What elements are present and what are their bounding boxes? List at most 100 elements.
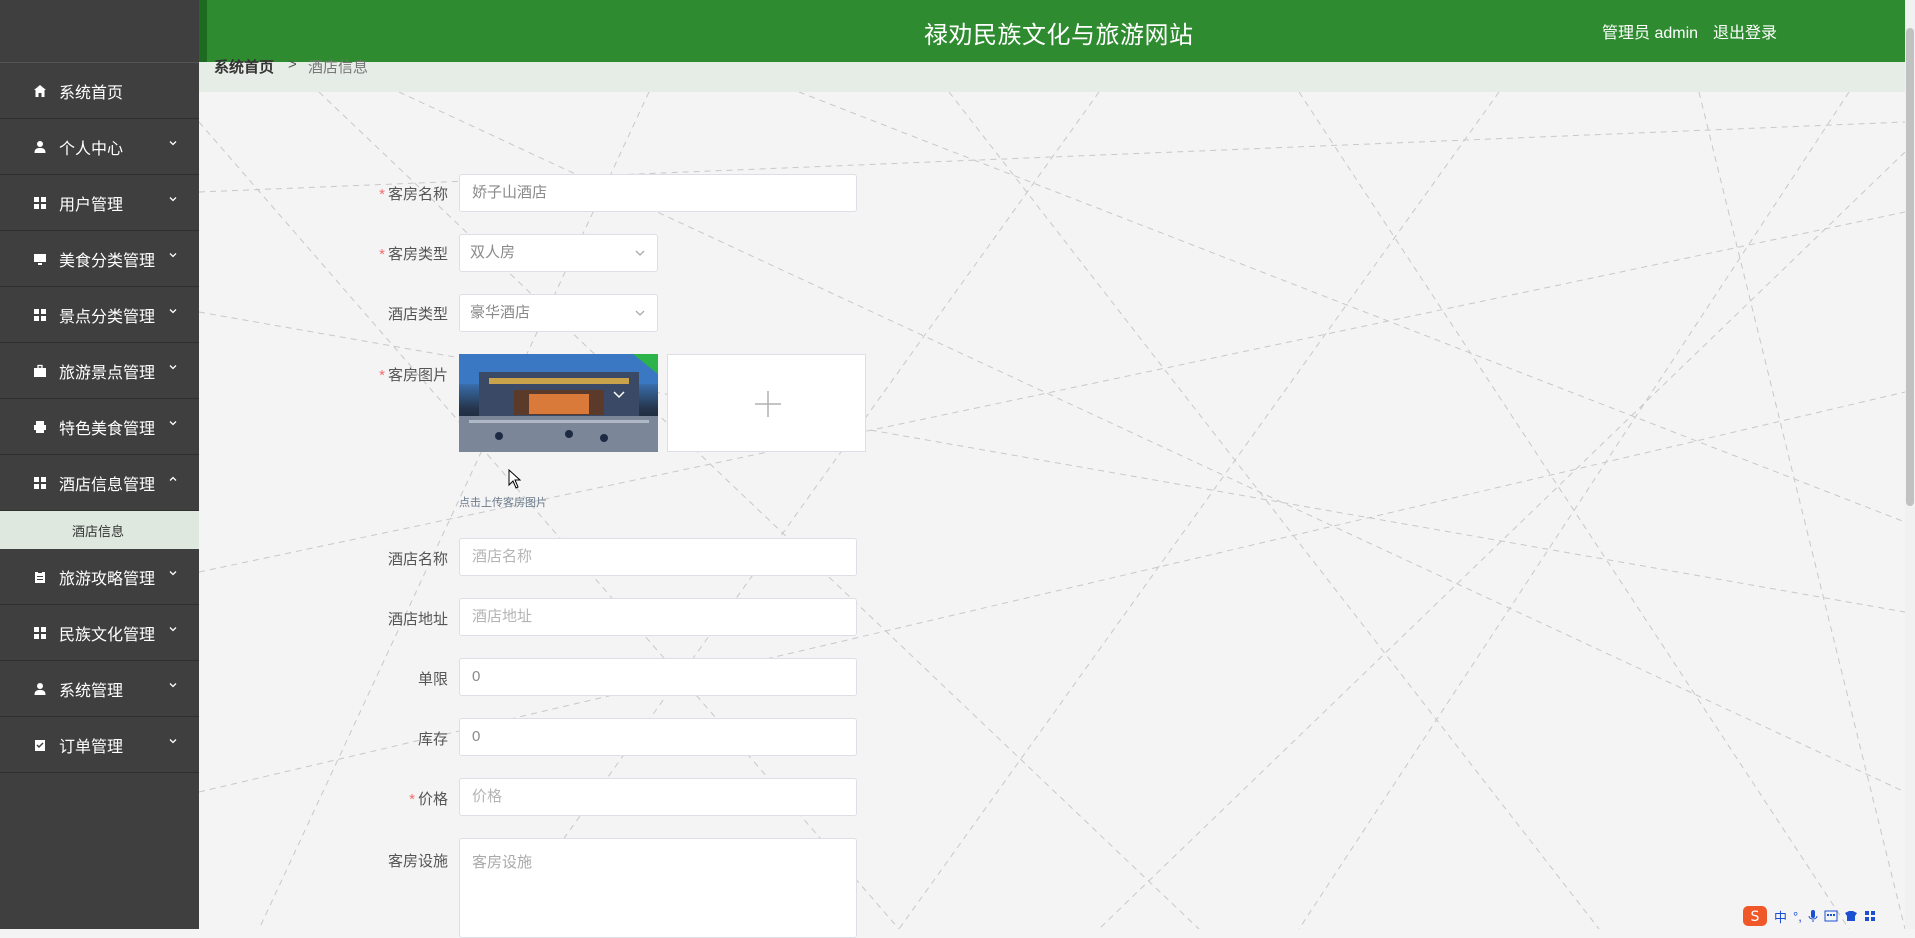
sidebar-item-label: 民族文化管理 — [59, 626, 156, 644]
site-title: 禄劝民族文化与旅游网站 — [924, 22, 1194, 49]
clipboard-icon — [32, 569, 48, 585]
room-type-value: 双人房 — [470, 244, 516, 261]
hotel-address-input[interactable]: 酒店地址 — [459, 598, 857, 636]
chevron-up-icon — [169, 476, 177, 481]
sidebar: 系统首页 个人中心 用户管理 美食分类管理 景点分类管理 旅游景点管理 特色美食… — [0, 0, 199, 929]
required-asterisk: * — [379, 367, 385, 384]
toolbox-icon — [1864, 911, 1875, 921]
sidebar-item-label: 旅游攻略管理 — [59, 570, 156, 588]
image-upload-button[interactable] — [667, 354, 866, 452]
breadcrumb-separator: > — [288, 56, 297, 73]
grid-icon — [32, 625, 48, 641]
chevron-down-icon — [169, 365, 177, 370]
sidebar-item-food[interactable]: 特色美食管理 — [0, 399, 199, 455]
sidebar-item-users[interactable]: 用户管理 — [0, 175, 199, 231]
sidebar-item-culture[interactable]: 民族文化管理 — [0, 605, 199, 661]
breadcrumb-current: 酒店信息 — [308, 59, 369, 76]
room-name-input[interactable]: 娇子山酒店 — [459, 174, 857, 212]
room-name-label: * 客房名称 — [379, 186, 448, 203]
sidebar-item-label: 用户管理 — [59, 196, 124, 214]
sidebar-item-food-category[interactable]: 美食分类管理 — [0, 231, 199, 287]
hotel-type-label: 酒店类型 — [387, 306, 448, 323]
home-icon — [32, 83, 48, 99]
mouse-cursor-icon — [508, 469, 522, 489]
admin-label: 管理员 admin — [1602, 25, 1699, 42]
grid-icon — [32, 475, 48, 491]
person-icon — [32, 681, 48, 697]
sidebar-item-spot-category[interactable]: 景点分类管理 — [0, 287, 199, 343]
logout-link[interactable]: 退出登录 — [1713, 19, 1777, 43]
room-image-thumbnail[interactable] — [459, 354, 658, 452]
limit-input[interactable]: 0 — [459, 658, 857, 696]
ime-toolbar[interactable]: S 中 °, — [1742, 905, 1876, 927]
room-type-select[interactable]: 双人房 — [459, 234, 658, 272]
sidebar-item-label: 景点分类管理 — [59, 308, 156, 326]
punctuation-icon: °, — [1793, 908, 1802, 924]
chevron-down-icon — [635, 250, 645, 256]
sidebar-item-system[interactable]: 系统管理 — [0, 661, 199, 717]
grid-icon — [32, 195, 48, 211]
microphone-icon — [1808, 910, 1818, 922]
print-icon — [32, 419, 48, 435]
sidebar-item-label: 美食分类管理 — [59, 252, 156, 270]
stock-input[interactable]: 0 — [459, 718, 857, 756]
sidebar-item-label: 系统首页 — [59, 84, 124, 102]
price-input[interactable]: 价格 — [459, 778, 857, 816]
chevron-down-icon — [169, 683, 177, 688]
plus-icon — [755, 391, 781, 417]
svg-text:S: S — [1751, 909, 1760, 925]
sidebar-item-label: 个人中心 — [59, 140, 124, 158]
grid-icon — [32, 307, 48, 323]
chevron-down-icon — [169, 141, 177, 146]
limit-label: 单限 — [417, 671, 448, 688]
sidebar-item-home[interactable]: 系统首页 — [0, 63, 199, 119]
required-asterisk: * — [409, 791, 415, 808]
hotel-address-label: 酒店地址 — [387, 611, 448, 628]
required-asterisk: * — [379, 246, 385, 263]
user-icon — [32, 139, 48, 155]
hotel-name-label: 酒店名称 — [387, 551, 448, 568]
monitor-icon — [32, 251, 48, 267]
facilities-textarea[interactable]: 客房设施 — [459, 838, 857, 938]
checklist-icon — [32, 737, 48, 753]
scrollbar[interactable] — [1905, 0, 1915, 929]
keyboard-icon — [1824, 910, 1838, 922]
scrollbar-thumb[interactable] — [1906, 28, 1914, 506]
chevron-down-icon — [169, 627, 177, 632]
room-type-label: * 客房类型 — [379, 246, 448, 263]
sogou-logo-icon: S — [1743, 906, 1767, 926]
sidebar-item-spots[interactable]: 旅游景点管理 — [0, 343, 199, 399]
required-asterisk: * — [379, 186, 385, 203]
sidebar-item-label: 系统管理 — [59, 682, 124, 700]
briefcase-icon — [32, 363, 48, 379]
skin-icon — [1844, 911, 1857, 921]
submenu-item-label: 酒店信息 — [72, 523, 125, 539]
header-accent-bar — [199, 0, 207, 62]
hotel-type-select[interactable]: 豪华酒店 — [459, 294, 658, 332]
submenu-item-hotel-info[interactable]: 酒店信息 — [0, 511, 199, 549]
upload-hint: 点击上传客房图片 — [459, 497, 547, 509]
sidebar-item-label: 旅游景点管理 — [59, 364, 156, 382]
chevron-down-icon — [169, 309, 177, 314]
sidebar-item-profile[interactable]: 个人中心 — [0, 119, 199, 175]
ime-mode-label: 中 — [1774, 909, 1788, 925]
sidebar-item-label: 订单管理 — [59, 738, 124, 756]
breadcrumb-home[interactable]: 系统首页 — [214, 56, 274, 77]
hotel-photo-image — [459, 354, 658, 452]
chevron-down-icon — [169, 421, 177, 426]
chevron-down-icon — [169, 739, 177, 744]
sidebar-item-hotel[interactable]: 酒店信息管理 — [0, 455, 199, 511]
chevron-down-icon — [635, 310, 645, 316]
sidebar-item-guide[interactable]: 旅游攻略管理 — [0, 549, 199, 605]
sidebar-item-orders[interactable]: 订单管理 — [0, 717, 199, 773]
stock-label: 库存 — [417, 731, 448, 748]
price-label: * 价格 — [409, 791, 448, 808]
hotel-name-input[interactable]: 酒店名称 — [459, 538, 857, 576]
room-image-label: * 客房图片 — [379, 367, 448, 384]
sidebar-item-label: 特色美食管理 — [59, 420, 156, 438]
chevron-down-icon — [169, 253, 177, 258]
chevron-down-icon — [169, 571, 177, 576]
breadcrumb: 系统首页 > 酒店信息 — [199, 56, 1905, 92]
hotel-type-value: 豪华酒店 — [470, 304, 531, 321]
sidebar-logo-area — [0, 0, 199, 63]
